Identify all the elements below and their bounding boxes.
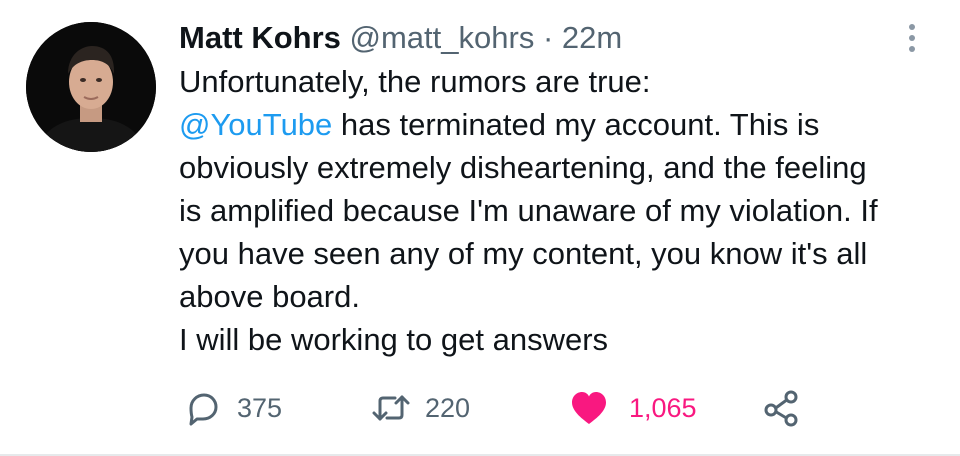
tweet-line: obviously extremely disheartening, and t…: [179, 150, 867, 185]
tweet-text: Unfortunately, the rumors are true: @You…: [179, 60, 939, 361]
reply-count: 375: [237, 392, 283, 423]
author-handle[interactable]: @matt_kohrs: [350, 20, 535, 55]
tweet-line: above board.: [179, 279, 360, 314]
more-dot: [909, 35, 915, 41]
tweet-header: Matt Kohrs @matt_kohrs · 22m: [179, 18, 622, 58]
like-button[interactable]: 1,065: [569, 386, 697, 430]
mention-link[interactable]: @YouTube: [179, 107, 332, 142]
more-options-icon[interactable]: [897, 18, 927, 58]
share-button[interactable]: [761, 386, 801, 430]
author-name[interactable]: Matt Kohrs: [179, 20, 341, 55]
heart-icon: [572, 392, 606, 424]
reply-button[interactable]: 375: [183, 386, 282, 430]
tweet-line: I will be working to get answers: [179, 322, 609, 357]
reply-icon: [189, 393, 218, 426]
like-count: 1,065: [629, 392, 697, 423]
tweet-line: Unfortunately, the rumors are true:: [179, 64, 651, 99]
retweet-icon: [372, 395, 410, 421]
tweet-line: @YouTube has terminated my account. This…: [179, 103, 939, 146]
retweet-button[interactable]: 220: [371, 386, 470, 430]
retweet-count: 220: [425, 392, 471, 423]
tweet: Matt Kohrs @matt_kohrs · 22m Unfortunate…: [0, 0, 960, 456]
tweet-actions: 375 220 1,065: [183, 386, 823, 430]
tweet-line-text: has terminated my account. This is: [332, 107, 820, 142]
tweet-line: is amplified because I'm unaware of my v…: [179, 193, 878, 228]
tweet-line: you have seen any of my content, you kno…: [179, 236, 868, 271]
more-dot: [909, 24, 915, 30]
avatar[interactable]: [26, 22, 156, 152]
more-dot: [909, 46, 915, 52]
share-icon: [764, 390, 798, 427]
header-separator: ·: [542, 20, 554, 55]
avatar-photo: [26, 22, 156, 152]
tweet-timestamp[interactable]: 22m: [562, 20, 622, 55]
